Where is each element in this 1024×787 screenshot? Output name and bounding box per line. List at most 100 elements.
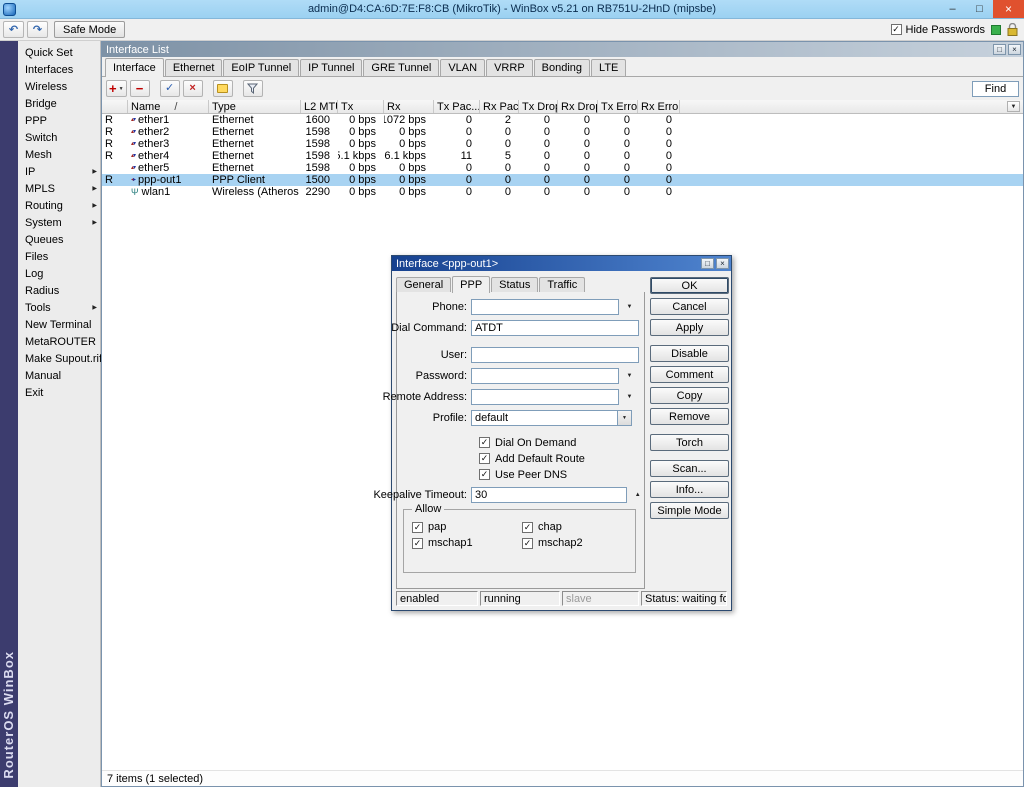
sidebar-item-metarouter[interactable]: MetaROUTER	[18, 333, 100, 350]
table-row-ether2[interactable]: R▴▾ether2Ethernet15980 bps0 bps000000	[102, 126, 1023, 138]
scan-button[interactable]: Scan...	[650, 460, 729, 477]
tab-eoip-tunnel[interactable]: EoIP Tunnel	[223, 59, 299, 76]
phone-dropdown-icon[interactable]: ▼	[623, 301, 636, 314]
sidebar-item-exit[interactable]: Exit	[18, 384, 100, 401]
dialog-titlebar[interactable]: Interface <ppp-out1> □ ×	[392, 256, 731, 271]
dialog-tab-ppp[interactable]: PPP	[452, 276, 490, 293]
tab-lte[interactable]: LTE	[591, 59, 626, 76]
info-button[interactable]: Info...	[650, 481, 729, 498]
sidebar-item-manual[interactable]: Manual	[18, 367, 100, 384]
sidebar-item-ppp[interactable]: PPP	[18, 112, 100, 129]
sidebar-item-quick-set[interactable]: Quick Set	[18, 44, 100, 61]
column-header-l2-mtu[interactable]: L2 MTU	[301, 100, 338, 113]
dialog-tab-general[interactable]: General	[396, 277, 451, 292]
enable-button[interactable]: ✓	[160, 80, 180, 97]
column-header-rx-pac[interactable]: Rx Pac...	[480, 100, 519, 113]
column-header-name[interactable]: Name/	[128, 100, 209, 113]
column-header-rx-drops[interactable]: Rx Drops	[558, 100, 598, 113]
back-icon[interactable]: ↶	[3, 21, 24, 38]
table-row-ether1[interactable]: R▴▾ether1Ethernet16000 bps1072 bps020000	[102, 114, 1023, 126]
sidebar-item-make-supout-rif[interactable]: Make Supout.rif	[18, 350, 100, 367]
keepalive-timeout-input[interactable]: 30	[471, 487, 627, 503]
remote-address-dropdown-icon[interactable]: ▼	[623, 391, 636, 404]
column-header-rx-errors[interactable]: Rx Errors	[638, 100, 680, 113]
mschap2-checkbox[interactable]: ✓	[522, 538, 533, 549]
tab-vlan[interactable]: VLAN	[440, 59, 485, 76]
table-row-ether3[interactable]: R▴▾ether3Ethernet15980 bps0 bps000000	[102, 138, 1023, 150]
close-icon[interactable]: ×	[993, 0, 1024, 18]
use-peer-dns-checkbox[interactable]: ✓	[479, 469, 490, 480]
chap-checkbox[interactable]: ✓	[522, 522, 533, 533]
column-header-tx-pac[interactable]: Tx Pac...	[434, 100, 480, 113]
column-header-type[interactable]: Type	[209, 100, 301, 113]
dial-command-input[interactable]: ATDT	[471, 320, 639, 336]
sidebar-item-radius[interactable]: Radius	[18, 282, 100, 299]
simple-mode-button[interactable]: Simple Mode	[650, 502, 729, 519]
disable-button[interactable]: ×	[183, 80, 203, 97]
ok-button[interactable]: OK	[650, 277, 729, 294]
user-input[interactable]	[471, 347, 639, 363]
column-header-tx-errors[interactable]: Tx Errors	[598, 100, 638, 113]
remove-button[interactable]: −	[130, 80, 150, 97]
hide-passwords-toggle[interactable]: ✓ Hide Passwords	[891, 24, 985, 36]
disable-button[interactable]: Disable	[650, 345, 729, 362]
pap-checkbox[interactable]: ✓	[412, 522, 423, 533]
table-row-ether4[interactable]: R▴▾ether4Ethernet159875.1 kbps6.1 kbps11…	[102, 150, 1023, 162]
sidebar-item-queues[interactable]: Queues	[18, 231, 100, 248]
table-row-wlan1[interactable]: Ψwlan1Wireless (Atheros 11N)22900 bps0 b…	[102, 186, 1023, 198]
table-row-ppp-out1[interactable]: R◂▸ppp-out1PPP Client15000 bps0 bps00000…	[102, 174, 1023, 186]
safe-mode-button[interactable]: Safe Mode	[54, 21, 125, 38]
profile-combo-arrow-icon[interactable]: ▼	[617, 411, 631, 425]
interface-list-titlebar[interactable]: Interface List □ ×	[102, 42, 1023, 57]
tab-gre-tunnel[interactable]: GRE Tunnel	[363, 59, 439, 76]
sidebar-item-log[interactable]: Log	[18, 265, 100, 282]
table-row-ether5[interactable]: ▴▾ether5Ethernet15980 bps0 bps000000	[102, 162, 1023, 174]
add-default-route-checkbox[interactable]: ✓	[479, 453, 490, 464]
sidebar-item-routing[interactable]: Routing▶	[18, 197, 100, 214]
password-dropdown-icon[interactable]: ▼	[623, 370, 636, 383]
dial-on-demand-checkbox[interactable]: ✓	[479, 437, 490, 448]
sidebar-item-ip[interactable]: IP▶	[18, 163, 100, 180]
cancel-button[interactable]: Cancel	[650, 298, 729, 315]
tab-interface[interactable]: Interface	[105, 58, 164, 77]
comment-button[interactable]	[213, 80, 233, 97]
sidebar-item-files[interactable]: Files	[18, 248, 100, 265]
sidebar-item-wireless[interactable]: Wireless	[18, 78, 100, 95]
mschap1-checkbox[interactable]: ✓	[412, 538, 423, 549]
column-header-rx[interactable]: Rx	[384, 100, 434, 113]
copy-button[interactable]: Copy	[650, 387, 729, 404]
filter-button[interactable]	[243, 80, 263, 97]
minimize-icon[interactable]: –	[939, 0, 966, 18]
hide-passwords-checkbox[interactable]: ✓	[891, 24, 902, 35]
sidebar-item-mesh[interactable]: Mesh	[18, 146, 100, 163]
password-input[interactable]	[471, 368, 619, 384]
tab-ip-tunnel[interactable]: IP Tunnel	[300, 59, 362, 76]
apply-button[interactable]: Apply	[650, 319, 729, 336]
sidebar-item-new-terminal[interactable]: New Terminal	[18, 316, 100, 333]
forward-icon[interactable]: ↷	[27, 21, 48, 38]
sidebar-item-bridge[interactable]: Bridge	[18, 95, 100, 112]
maximize-icon[interactable]: □	[701, 258, 714, 269]
remove-button[interactable]: Remove	[650, 408, 729, 425]
close-icon[interactable]: ×	[1008, 44, 1021, 55]
tab-bonding[interactable]: Bonding	[534, 59, 590, 76]
dialog-tab-status[interactable]: Status	[491, 277, 538, 292]
keepalive-up-arrow-icon[interactable]: ▲	[631, 489, 644, 502]
sidebar-item-tools[interactable]: Tools▶	[18, 299, 100, 316]
remote-address-input[interactable]	[471, 389, 619, 405]
sidebar-item-interfaces[interactable]: Interfaces	[18, 61, 100, 78]
tab-vrrp[interactable]: VRRP	[486, 59, 533, 76]
torch-button[interactable]: Torch	[650, 434, 729, 451]
phone-input[interactable]	[471, 299, 619, 315]
maximize-icon[interactable]: □	[993, 44, 1006, 55]
dialog-tab-traffic[interactable]: Traffic	[539, 277, 585, 292]
profile-select[interactable]: default ▼	[471, 410, 632, 426]
comment-button[interactable]: Comment	[650, 366, 729, 383]
column-header-tx-drops[interactable]: Tx Drops	[519, 100, 558, 113]
close-icon[interactable]: ×	[716, 258, 729, 269]
maximize-icon[interactable]: □	[966, 0, 993, 18]
add-button[interactable]: + ▼	[106, 80, 127, 97]
sidebar-item-mpls[interactable]: MPLS▶	[18, 180, 100, 197]
column-select-dropdown-icon[interactable]: ▼	[1007, 101, 1020, 112]
sidebar-item-switch[interactable]: Switch	[18, 129, 100, 146]
